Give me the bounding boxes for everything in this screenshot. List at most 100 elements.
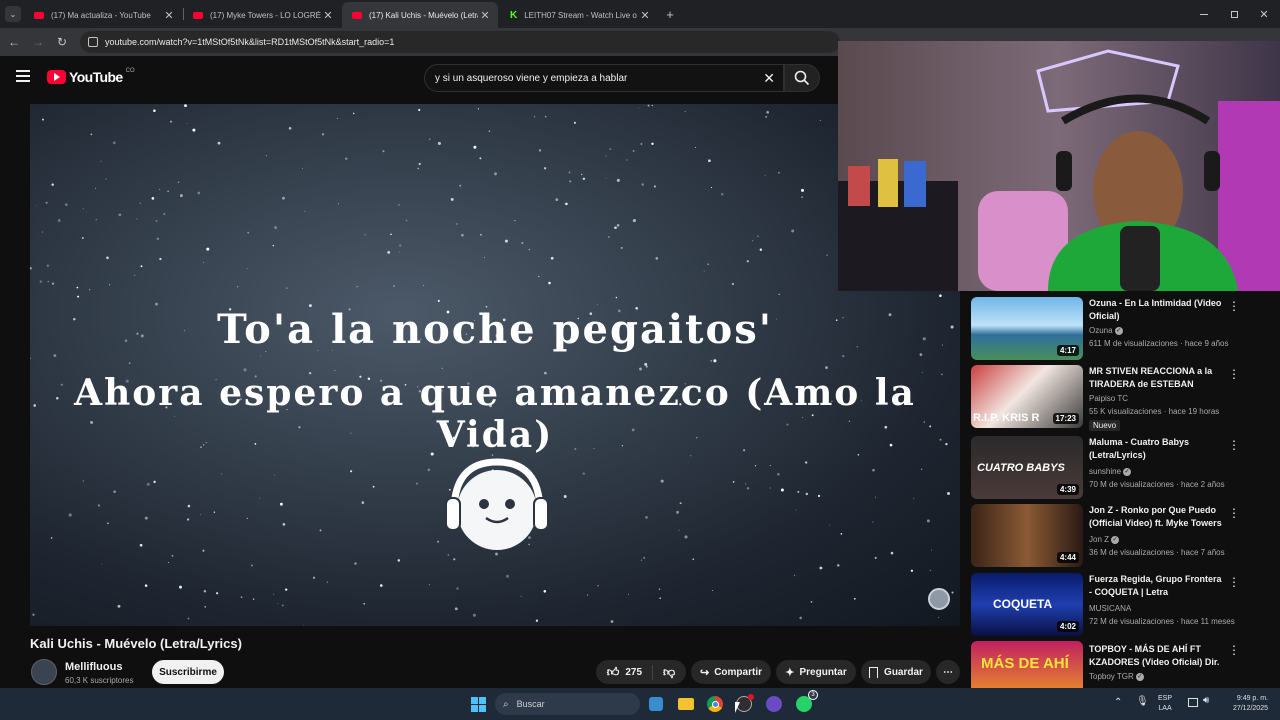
star — [177, 181, 180, 183]
show-hidden-icons-button[interactable]: ⌃ — [1114, 697, 1122, 708]
video-thumbnail[interactable]: 4:44 — [971, 504, 1083, 567]
site-info-icon[interactable] — [88, 37, 98, 47]
widgets-button[interactable] — [644, 692, 668, 716]
address-bar[interactable]: youtube.com/watch?v=1tMStOf5tNk&list=RD1… — [80, 31, 840, 53]
new-tab-button[interactable]: + — [662, 6, 678, 22]
star — [620, 246, 623, 249]
more-vertical-icon[interactable]: ⋮ — [1228, 575, 1240, 589]
star — [101, 563, 103, 565]
star — [504, 239, 508, 243]
share-button[interactable]: ↪ Compartir — [691, 660, 771, 684]
video-player[interactable]: To'a la noche pegaitos' Ahora espero a q… — [30, 104, 960, 626]
streaming-app-button[interactable] — [762, 692, 786, 716]
star — [538, 275, 540, 278]
star — [707, 263, 710, 266]
star — [57, 219, 61, 222]
more-vertical-icon[interactable]: ⋮ — [1228, 643, 1240, 657]
microphone-button[interactable]: 🎙︎ — [1136, 696, 1149, 707]
dislike-button[interactable]: 👎︎ — [653, 665, 675, 680]
search-icon: ⌕ — [503, 698, 509, 710]
star — [645, 365, 648, 368]
subscribe-button[interactable]: Suscribirme — [152, 660, 224, 684]
close-tab-icon[interactable]: ✕ — [478, 9, 492, 22]
recommendation-item[interactable]: 4:17 Ozuna - En La Intimidad (Video Ofic… — [971, 297, 1261, 361]
channel-name[interactable]: Mellifluous — [65, 661, 122, 673]
close-tab-icon[interactable]: ✕ — [638, 9, 652, 22]
star — [203, 589, 207, 593]
chrome-taskbar-button[interactable] — [703, 692, 727, 716]
video-thumbnail[interactable]: MÁS DE AHÍ — [971, 641, 1083, 688]
video-duration: 4:02 — [1056, 621, 1079, 632]
recommendation-item[interactable]: COQUETA 4:02 Fuerza Regida, Grupo Fronte… — [971, 573, 1261, 637]
star — [390, 233, 392, 236]
star — [778, 293, 780, 295]
close-tab-icon[interactable]: ✕ — [321, 9, 335, 22]
forward-button[interactable]: → — [28, 32, 48, 52]
recommendation-item[interactable]: R.I.P. KRIS R 17:23 MR STIVEN REACCIONA … — [971, 365, 1261, 431]
star — [778, 171, 780, 174]
browser-tab-1[interactable]: (17) Ma actualiza - YouTube ✕ — [24, 2, 182, 28]
restore-window-button[interactable] — [1226, 6, 1242, 22]
back-button[interactable]: ← — [4, 32, 24, 52]
menu-icon — [16, 70, 30, 82]
star — [134, 274, 136, 276]
star — [178, 585, 183, 589]
taskbar-search-box[interactable]: ⌕ Buscar — [495, 693, 640, 715]
video-thumbnail[interactable]: CUATRO BABYS 4:39 — [971, 436, 1083, 499]
browser-tab-2[interactable]: (17) Myke Towers - LO LOGRÉ ( ✕ — [183, 2, 341, 28]
star — [817, 494, 821, 498]
like-button[interactable]: 👍︎ 275 — [606, 664, 654, 680]
browser-tab-3-active[interactable]: (17) Kali Uchis - Muévelo (Letra ✕ — [342, 2, 498, 28]
star — [769, 464, 771, 467]
more-vertical-icon[interactable]: ⋮ — [1228, 506, 1240, 520]
volume-icon[interactable]: 🔊︎ — [1203, 695, 1209, 706]
file-explorer-button[interactable] — [674, 692, 698, 716]
star — [819, 566, 823, 570]
star — [931, 549, 932, 551]
star — [544, 115, 547, 118]
more-vertical-icon[interactable]: ⋮ — [1228, 367, 1240, 381]
video-thumbnail[interactable]: R.I.P. KRIS R 17:23 — [971, 365, 1083, 428]
more-actions-button[interactable]: ⋯ — [936, 660, 960, 684]
youtube-logo[interactable]: YouTube CO — [47, 68, 135, 85]
whatsapp-button[interactable]: 3 — [792, 690, 818, 716]
star — [427, 468, 431, 472]
hamburger-menu-button[interactable] — [16, 70, 32, 84]
recommendation-item[interactable]: MÁS DE AHÍ TOPBOY - MÁS DE AHÍ FT KZADOR… — [971, 641, 1261, 688]
thumbs-up-icon: 👍︎ — [606, 664, 620, 679]
star — [113, 490, 116, 493]
recommendation-title: Maluma - Cuatro Babys (Letra/Lyrics) — [1089, 437, 1190, 460]
star — [151, 197, 155, 200]
channel-watermark-button[interactable] — [928, 588, 950, 610]
reload-button[interactable]: ↻ — [52, 32, 72, 52]
star — [336, 117, 338, 119]
more-vertical-icon[interactable]: ⋮ — [1228, 299, 1240, 313]
video-thumbnail[interactable]: 4:17 — [971, 297, 1083, 360]
search-button[interactable] — [784, 64, 820, 92]
network-icon[interactable] — [1188, 698, 1198, 707]
close-window-button[interactable]: ✕ — [1256, 6, 1272, 22]
search-input[interactable]: y si un asqueroso viene y empieza a habl… — [424, 64, 784, 92]
clock-time: 9:49 p. m. — [1236, 695, 1268, 702]
recommendation-item[interactable]: 4:44 Jon Z - Ronko por Que Puedo (Offici… — [971, 504, 1261, 568]
tab-list-dropdown-button[interactable]: ⌄ — [5, 6, 21, 22]
video-thumbnail[interactable]: COQUETA 4:02 — [971, 573, 1083, 636]
recommendation-item[interactable]: CUATRO BABYS 4:39 Maluma - Cuatro Babys … — [971, 436, 1261, 500]
more-vertical-icon[interactable]: ⋮ — [1228, 438, 1240, 452]
start-button[interactable] — [466, 692, 490, 716]
clear-search-icon[interactable]: ✕ — [763, 70, 775, 87]
browser-tab-4[interactable]: K LEITH07 Stream - Watch Live o ✕ — [500, 2, 658, 28]
minimize-window-button[interactable] — [1196, 6, 1212, 22]
clock[interactable]: 9:49 p. m. 27/12/2025 — [1222, 694, 1268, 714]
close-tab-icon[interactable]: ✕ — [162, 9, 176, 22]
star — [274, 226, 277, 229]
ask-button[interactable]: ✦ Preguntar — [776, 660, 856, 684]
save-button[interactable]: Guardar — [861, 660, 931, 684]
star — [678, 529, 680, 531]
language-indicator[interactable]: ESP LAA — [1158, 694, 1172, 714]
star — [543, 590, 547, 593]
channel-avatar[interactable] — [31, 659, 57, 685]
star — [643, 557, 645, 559]
star — [769, 487, 771, 489]
star — [840, 533, 843, 535]
